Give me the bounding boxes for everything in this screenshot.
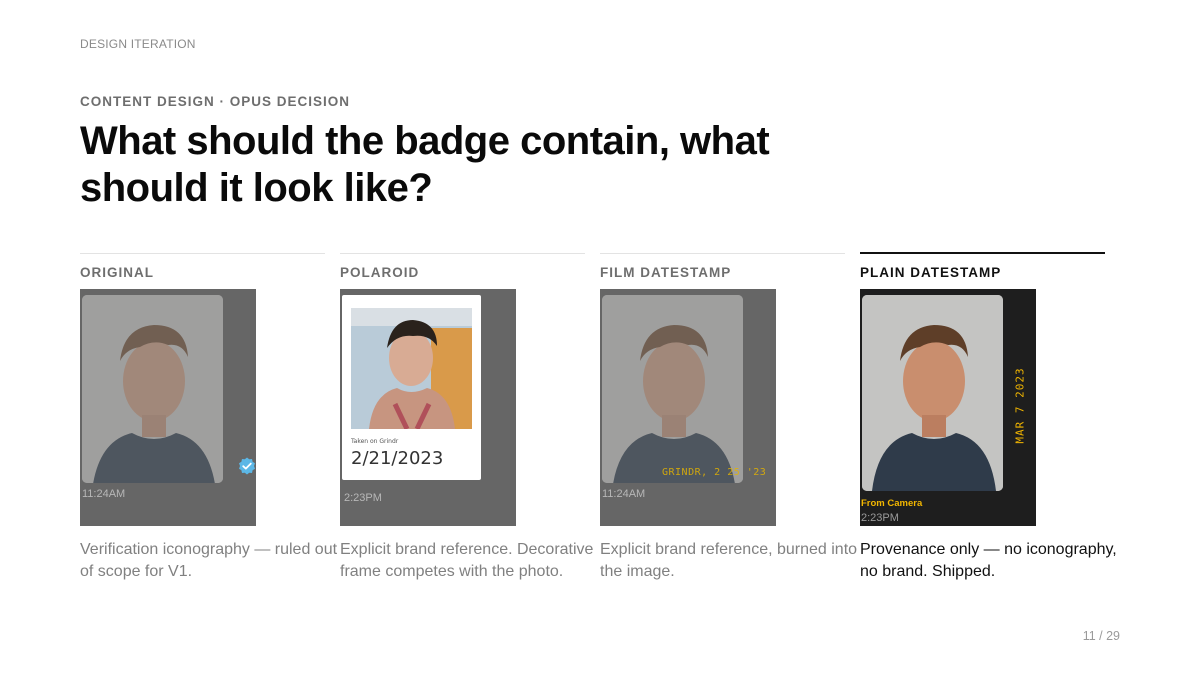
option-title: FILM DATESTAMP xyxy=(600,265,732,280)
portrait-photo xyxy=(351,308,472,429)
option-plain-datestamp: PLAIN DATESTAMP MAR 7 2023 From Camera 2… xyxy=(860,252,1117,580)
timestamp: 11:24AM xyxy=(602,488,646,500)
badge-preview: 11:24AM xyxy=(80,289,256,526)
badge-preview: Taken on Grindr 2/21/2023 2:23PM xyxy=(340,289,516,526)
column-divider xyxy=(340,253,585,254)
option-original: ORIGINAL 11:24AM Verification iconograph… xyxy=(80,253,337,580)
page-indicator: 11 / 29 xyxy=(1082,629,1120,643)
column-divider xyxy=(860,252,1105,254)
frame-date: 2/21/2023 xyxy=(351,448,444,469)
burned-datestamp: GRINDR, 2 25 '23 xyxy=(662,467,767,478)
timestamp: 2:23PM xyxy=(344,492,382,504)
option-title: PLAIN DATESTAMP xyxy=(860,265,1002,280)
eyebrow: CONTENT DESIGN · OPUS DECISION xyxy=(80,94,351,109)
column-divider xyxy=(80,253,325,254)
portrait-photo xyxy=(602,295,743,483)
verified-check-icon xyxy=(239,457,255,475)
option-caption: Explicit brand reference. Decorative fra… xyxy=(340,541,594,580)
option-film-datestamp: FILM DATESTAMP GRINDR, 2 25 '23 11:24AM … xyxy=(600,253,857,580)
option-caption: Provenance only — no iconography, no bra… xyxy=(860,541,1117,580)
polaroid-frame: Taken on Grindr 2/21/2023 xyxy=(342,295,481,480)
badge-preview: MAR 7 2023 From Camera 2:23PM xyxy=(860,289,1036,526)
option-caption: Explicit brand reference, burned into th… xyxy=(600,541,858,580)
portrait-photo xyxy=(862,295,1003,491)
badge-preview: GRINDR, 2 25 '23 11:24AM xyxy=(600,289,776,526)
frame-caption: Taken on Grindr xyxy=(351,438,399,445)
timestamp: 2:23PM xyxy=(861,512,899,524)
option-title: POLAROID xyxy=(340,265,420,280)
column-divider xyxy=(600,253,845,254)
source-label: From Camera xyxy=(861,498,923,509)
portrait-photo xyxy=(82,295,223,483)
option-polaroid: POLAROID Taken on Grindr 2/21/2023 2:23P… xyxy=(340,253,593,580)
timestamp: 11:24AM xyxy=(82,488,126,500)
section-label: DESIGN ITERATION xyxy=(80,37,196,51)
page-title: What should the badge contain, what shou… xyxy=(80,119,770,210)
option-caption: Verification iconography — ruled out of … xyxy=(80,541,338,580)
vertical-datestamp: MAR 7 2023 xyxy=(1013,367,1027,444)
option-title: ORIGINAL xyxy=(80,265,154,280)
